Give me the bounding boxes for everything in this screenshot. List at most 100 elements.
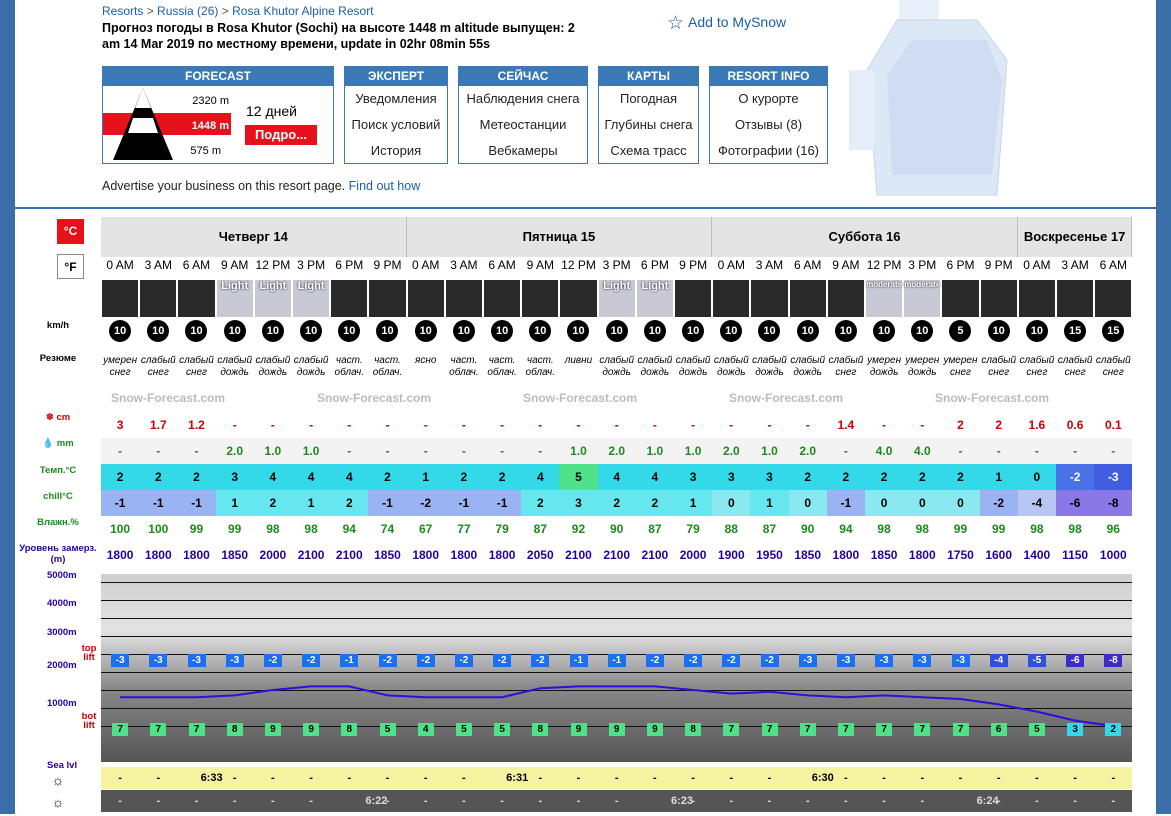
top-lift-temp: -2 xyxy=(378,654,397,667)
mid-altitude[interactable]: 1448 m xyxy=(169,120,229,132)
menu-item[interactable]: Фотографии (16) xyxy=(710,138,827,164)
bot-lift-temp: 4 xyxy=(417,723,434,736)
menu-item[interactable]: Наблюдения снега xyxy=(459,86,587,112)
day-header[interactable]: Суббота 16 xyxy=(712,217,1018,257)
sunrise-value: - xyxy=(729,772,734,784)
snow-value: 3 xyxy=(116,418,124,432)
temp-value: 1 xyxy=(979,464,1018,490)
humidity-value: 98 xyxy=(1030,522,1044,536)
snow-value: - xyxy=(882,418,887,432)
fahrenheit-button[interactable]: °F xyxy=(57,254,84,279)
snow-value: - xyxy=(652,418,657,432)
humidity-value: 79 xyxy=(686,522,700,536)
sunset-value: - xyxy=(385,795,390,807)
wind-speed: 10 xyxy=(636,320,674,346)
menu-item[interactable]: Схема трасс xyxy=(599,138,698,164)
humidity-value: 74 xyxy=(380,522,395,536)
summary-text: слабый дождь xyxy=(790,355,826,378)
humidity-value: 100 xyxy=(148,522,169,536)
wind-value: 10 xyxy=(185,320,208,342)
freezing-value: 1800 xyxy=(488,548,516,562)
bottom-altitude[interactable]: 575 m xyxy=(169,145,221,157)
day-header[interactable]: Пятница 15 xyxy=(406,217,713,257)
menu-item[interactable]: Метеостанции xyxy=(459,112,587,138)
bot-lift-temp: 8 xyxy=(532,723,549,736)
humidity-value: 90 xyxy=(801,522,815,536)
menu-3: RESORT INFO О курорте Отзывы (8) Фотографии… xyxy=(709,66,828,164)
sunset-value: - xyxy=(423,795,428,807)
weather-icon xyxy=(522,280,559,317)
wind-value: 10 xyxy=(147,320,170,342)
top-lift-temp: -3 xyxy=(187,654,206,667)
bot-lift-temp: 9 xyxy=(303,723,320,736)
sunset-value: - xyxy=(271,795,275,807)
menu-item[interactable]: Уведомления xyxy=(345,86,447,112)
add-to-mysnow-link[interactable]: ☆ Add to MySnow xyxy=(667,12,786,35)
hour-label: 3 AM xyxy=(144,258,172,272)
menu-item[interactable]: Отзывы (8) xyxy=(710,112,827,138)
left-border xyxy=(0,0,15,814)
humidity-value: 77 xyxy=(457,522,471,536)
watermark-row: Snow-Forecast.com Snow-Forecast.com Snow-F… xyxy=(101,385,1132,411)
top-lift-temp: -5 xyxy=(1027,654,1046,667)
summary-text: слабый снег xyxy=(828,355,864,378)
temp-label: Темп.°C xyxy=(39,465,77,476)
weather-icon: Light xyxy=(216,280,253,317)
summary-text: слабый дождь xyxy=(675,355,711,378)
wind-value: 10 xyxy=(338,320,361,342)
rain-value: - xyxy=(368,438,407,464)
wind-value: 10 xyxy=(376,320,399,342)
menu-item[interactable]: О курорте xyxy=(710,86,827,112)
sunset-value: - xyxy=(1035,795,1039,807)
menu-item[interactable]: Вебкамеры xyxy=(459,138,587,164)
summary-text: слабый дождь xyxy=(217,355,253,378)
wind-value: 15 xyxy=(1064,320,1087,342)
menu-item[interactable]: Погодная xyxy=(599,86,698,112)
hour-label: 6 PM xyxy=(335,258,364,272)
chill-value: -1 xyxy=(826,490,865,516)
breadcrumb-resort[interactable]: Rosa Khutor Alpine Resort xyxy=(232,4,373,18)
sunrise-value: - xyxy=(653,772,657,784)
wind-speed: 10 xyxy=(292,320,330,346)
rain-value: - xyxy=(521,438,560,464)
top-lift-temp: -3 xyxy=(225,654,244,667)
celsius-button[interactable]: °C xyxy=(57,219,84,244)
wind-speed: 10 xyxy=(674,320,712,346)
sunrise-value: - xyxy=(614,772,619,784)
summary-text: ясно xyxy=(414,355,437,366)
bot-lift-temp: 5 xyxy=(455,723,472,736)
chill-value: 2 xyxy=(597,490,636,516)
freezing-value: 1800 xyxy=(908,548,936,562)
menu-item[interactable]: Поиск условий xyxy=(345,112,447,138)
rain-value: - xyxy=(941,438,980,464)
wind-speed: 10 xyxy=(750,320,788,346)
freezing-label: Уровень замерз. (m) xyxy=(19,543,97,565)
breadcrumb-country[interactable]: Russia (26) xyxy=(157,4,218,18)
bot-lift-temp: 7 xyxy=(150,723,167,736)
weather-icon xyxy=(713,280,750,317)
humidity-value: 87 xyxy=(648,522,662,536)
day-header[interactable]: Воскресенье 17 xyxy=(1017,217,1133,257)
bot-lift-temp: 9 xyxy=(646,723,663,736)
breadcrumb-resorts[interactable]: Resorts xyxy=(102,4,143,18)
menu-item[interactable]: История xyxy=(345,138,447,164)
chill-value: -1 xyxy=(101,490,140,516)
rain-value: - xyxy=(177,438,216,464)
day-header[interactable]: Четверг 14 xyxy=(101,217,407,257)
right-border xyxy=(1156,0,1171,814)
bot-lift-temp: 7 xyxy=(112,723,129,736)
humidity-value: 87 xyxy=(533,522,547,536)
freezing-value: 1900 xyxy=(717,548,745,562)
top-altitude[interactable]: 2320 m xyxy=(169,95,229,107)
details-button[interactable]: Подро... xyxy=(245,125,317,145)
hour-label: 3 PM xyxy=(602,258,631,272)
snow-unit: cm xyxy=(56,412,71,423)
humidity-value: 67 xyxy=(419,522,433,536)
menu-item[interactable]: Глубины снега xyxy=(599,112,698,138)
sunset-value: - xyxy=(691,795,695,807)
rain-value: 2.0 xyxy=(788,438,827,464)
y-5000: 5000m xyxy=(47,570,77,581)
wind-value: 10 xyxy=(605,320,628,342)
advert-link[interactable]: Find out how xyxy=(349,179,421,193)
freezing-value: 1750 xyxy=(947,548,974,562)
